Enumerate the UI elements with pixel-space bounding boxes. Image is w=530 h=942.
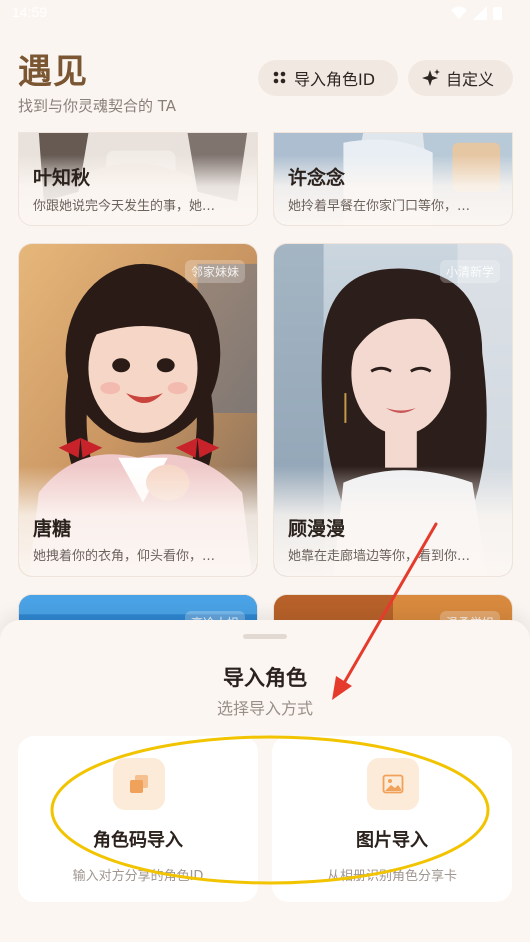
option-label: 角色码导入 [93, 830, 183, 851]
character-card[interactable]: 许念念 她拎着早餐在你家门口等你，… [273, 132, 513, 226]
character-name: 叶知秋 [33, 167, 91, 189]
sheet-drag-handle[interactable] [243, 634, 287, 639]
character-card[interactable]: 邻家妹妹 唐糖 她拽着你的衣角，仰头看你，… [18, 243, 258, 577]
customize-label: 自定义 [446, 70, 495, 89]
import-role-id-label: 导入角色ID [294, 70, 376, 89]
character-name: 顾漫漫 [288, 518, 346, 540]
dots-grid-icon [273, 71, 286, 84]
page-title: 遇见 [18, 52, 88, 92]
image-icon [367, 758, 419, 810]
import-role-id-button[interactable]: 导入角色ID [258, 60, 398, 96]
page-subtitle: 找到与你灵魂契合的 TA [18, 97, 177, 115]
character-card[interactable]: 叶知秋 你跟她说完今天发生的事，她… [18, 132, 258, 226]
battery-icon [493, 7, 502, 20]
character-tag: 小清新学 [439, 260, 500, 283]
character-desc: 她拎着早餐在你家门口等你，… [288, 199, 471, 214]
sparkle-icon [422, 69, 440, 86]
copy-icon [113, 758, 165, 810]
status-time: 14:59 [12, 4, 48, 20]
status-icons [451, 6, 502, 20]
signal-icon [473, 6, 487, 20]
option-label: 图片导入 [356, 830, 428, 851]
customize-button[interactable]: 自定义 [408, 60, 513, 96]
import-role-sheet: 导入角色 选择导入方式 角色码导入 输入对方分享的角色ID 图片导入 从相册识别… [0, 620, 530, 942]
character-name: 唐糖 [33, 518, 72, 540]
option-desc: 输入对方分享的角色ID [72, 869, 204, 884]
sheet-title: 导入角色 [223, 666, 307, 690]
wifi-icon [451, 6, 467, 19]
character-name: 许念念 [288, 167, 346, 189]
character-desc: 她靠在走廊墙边等你，看到你… [288, 549, 471, 564]
character-tag: 邻家妹妹 [184, 260, 245, 283]
option-desc: 从相册识别角色分享卡 [326, 869, 457, 884]
import-by-code-option[interactable]: 角色码导入 输入对方分享的角色ID [18, 736, 258, 902]
import-by-image-option[interactable]: 图片导入 从相册识别角色分享卡 [272, 736, 512, 902]
character-desc: 你跟她说完今天发生的事，她… [33, 199, 216, 214]
status-bar: 14:59 [0, 0, 530, 26]
app-screen: 14:59 遇见 找到与你灵魂契合的 TA 导入角色ID 自定义 叶知秋 你跟她… [0, 0, 530, 942]
character-desc: 她拽着你的衣角，仰头看你，… [33, 549, 216, 564]
sheet-subtitle: 选择导入方式 [216, 699, 313, 718]
character-card[interactable]: 小清新学 顾漫漫 她靠在走廊墙边等你，看到你… [273, 243, 513, 577]
